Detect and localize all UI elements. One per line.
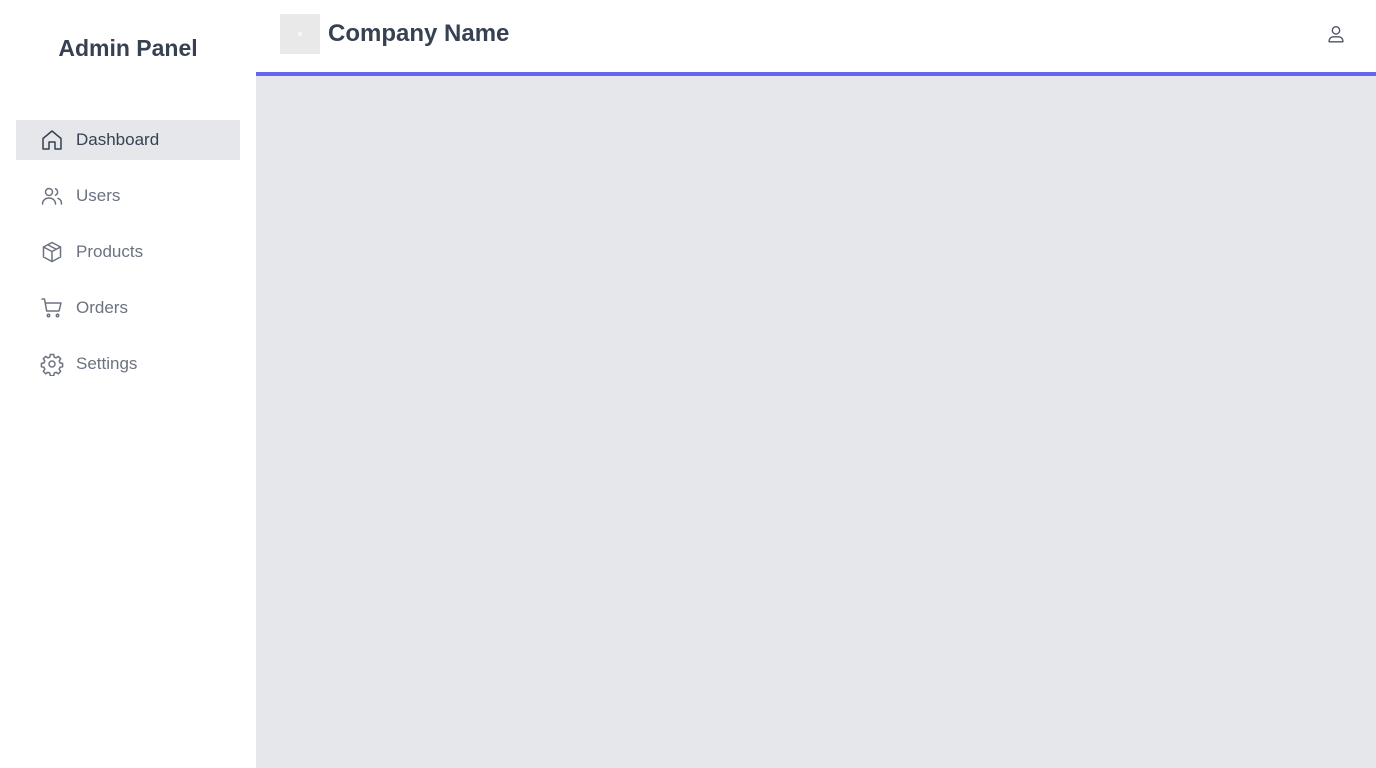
sidebar-item-orders[interactable]: Orders	[16, 288, 240, 328]
top-header: Company Name	[256, 0, 1376, 76]
main-area: Company Name	[256, 0, 1376, 768]
logo-placeholder-icon	[298, 32, 302, 36]
sidebar-item-dashboard[interactable]: Dashboard	[16, 120, 240, 160]
users-icon	[40, 184, 64, 208]
user-menu-button[interactable]	[1320, 18, 1352, 50]
sidebar-item-settings[interactable]: Settings	[16, 344, 240, 384]
company-name: Company Name	[328, 20, 510, 47]
box-icon	[40, 240, 64, 264]
sidebar-item-label: Products	[76, 242, 144, 261]
sidebar-item-label: Settings	[76, 354, 138, 373]
header-brand: Company Name	[280, 14, 509, 54]
sidebar-item-label: Dashboard	[76, 130, 160, 149]
sidebar-nav: Dashboard Users Products Orders Settings	[16, 120, 240, 384]
app-root: Admin Panel Dashboard Users Products Ord…	[0, 0, 1376, 768]
sidebar-item-users[interactable]: Users	[16, 176, 240, 216]
sidebar: Admin Panel Dashboard Users Products Ord…	[0, 0, 256, 768]
gear-icon	[40, 352, 64, 376]
company-logo	[280, 14, 320, 54]
home-icon	[40, 128, 64, 152]
sidebar-title: Admin Panel	[58, 34, 198, 61]
cart-icon	[40, 296, 64, 320]
main-content	[256, 76, 1376, 768]
user-icon	[1328, 25, 1344, 43]
sidebar-item-label: Users	[76, 186, 121, 205]
sidebar-item-label: Orders	[76, 298, 128, 317]
sidebar-item-products[interactable]: Products	[16, 232, 240, 272]
